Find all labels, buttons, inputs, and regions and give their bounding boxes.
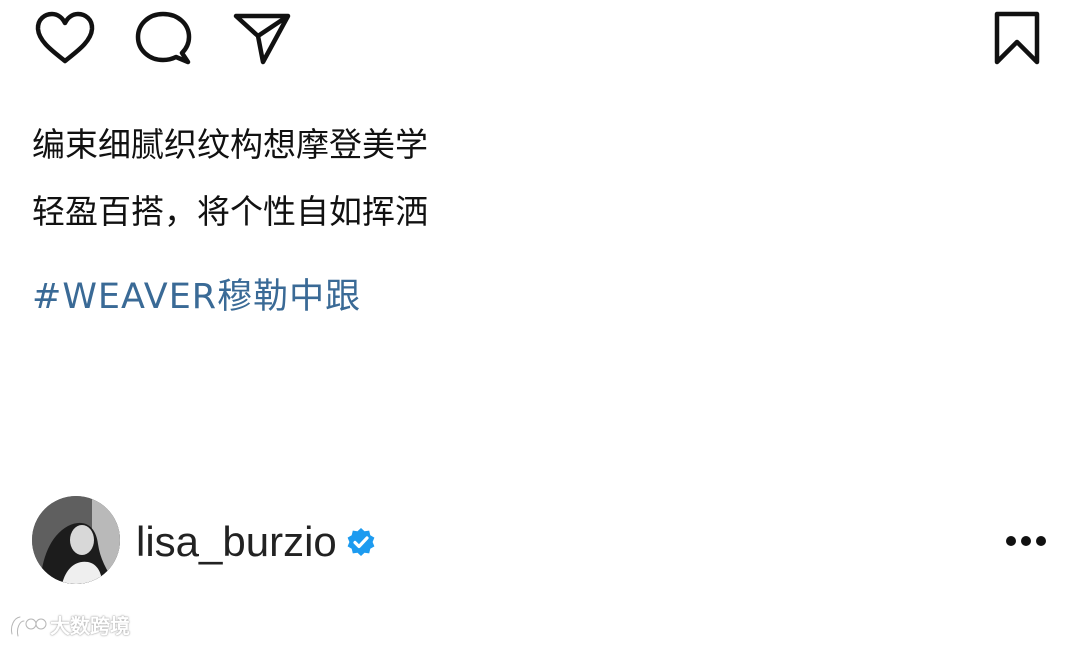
more-dot-icon xyxy=(1036,536,1046,546)
comment-icon[interactable] xyxy=(134,10,192,66)
watermark-text: 大数跨境 xyxy=(50,614,130,638)
bookmark-icon[interactable] xyxy=(992,10,1042,66)
caption-line-1: 编束细腻织纹构想摩登美学 xyxy=(32,125,428,164)
verified-badge-icon xyxy=(345,527,377,563)
watermark: 大数跨境 xyxy=(8,612,130,640)
hashtag-link[interactable]: #WEAVER穆勒中跟 xyxy=(32,275,361,319)
send-icon[interactable] xyxy=(232,10,292,66)
author-username[interactable]: lisa_burzio xyxy=(136,516,337,568)
heart-icon[interactable] xyxy=(34,10,96,66)
more-options-button[interactable] xyxy=(1002,528,1050,554)
more-dot-icon xyxy=(1006,536,1016,546)
avatar[interactable] xyxy=(32,496,120,584)
watermark-logo-icon xyxy=(10,615,48,638)
more-dot-icon xyxy=(1021,536,1031,546)
caption-line-2: 轻盈百搭，将个性自如挥洒 xyxy=(32,192,428,231)
post-footer: 编束细腻织纹构想摩登美学 轻盈百搭，将个性自如挥洒 #WEAVER穆勒中跟 li… xyxy=(0,0,1080,648)
